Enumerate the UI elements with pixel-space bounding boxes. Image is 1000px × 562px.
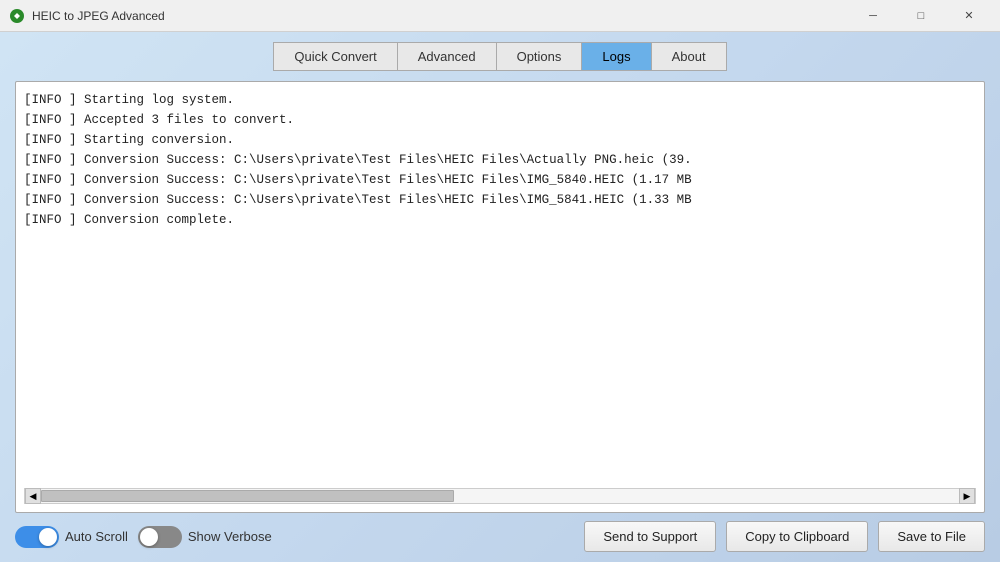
scroll-left-arrow[interactable]: ◀ [25, 488, 41, 504]
tab-bar: Quick Convert Advanced Options Logs Abou… [15, 42, 985, 71]
minimize-button[interactable]: ─ [850, 0, 896, 32]
show-verbose-group: Show Verbose [138, 526, 272, 548]
window-title: HEIC to JPEG Advanced [32, 9, 850, 23]
show-verbose-toggle[interactable] [138, 526, 182, 548]
log-line-3: [INFO ] Starting conversion. [24, 130, 976, 150]
log-line-2: [INFO ] Accepted 3 files to convert. [24, 110, 976, 130]
window-controls: ─ □ ✕ [850, 0, 992, 32]
tab-options[interactable]: Options [497, 43, 583, 70]
log-line-5: [INFO ] Conversion Success: C:\Users\pri… [24, 170, 976, 190]
show-verbose-label: Show Verbose [188, 529, 272, 544]
scrollbar-track[interactable] [41, 489, 959, 503]
auto-scroll-group: Auto Scroll [15, 526, 128, 548]
tab-container: Quick Convert Advanced Options Logs Abou… [273, 42, 726, 71]
log-line-7: [INFO ] Conversion complete. [24, 210, 976, 230]
main-content: Quick Convert Advanced Options Logs Abou… [0, 32, 1000, 562]
maximize-button[interactable]: □ [898, 0, 944, 32]
log-line-4: [INFO ] Conversion Success: C:\Users\pri… [24, 150, 976, 170]
tab-advanced[interactable]: Advanced [398, 43, 497, 70]
auto-scroll-toggle[interactable] [15, 526, 59, 548]
titlebar: HEIC to JPEG Advanced ─ □ ✕ [0, 0, 1000, 32]
save-to-file-button[interactable]: Save to File [878, 521, 985, 552]
app-icon [8, 7, 26, 25]
close-button[interactable]: ✕ [946, 0, 992, 32]
log-panel: [INFO ] Starting log system. [INFO ] Acc… [15, 81, 985, 513]
auto-scroll-label: Auto Scroll [65, 529, 128, 544]
scrollbar-thumb[interactable] [41, 490, 454, 502]
scroll-right-arrow[interactable]: ▶ [959, 488, 975, 504]
tab-quick-convert[interactable]: Quick Convert [274, 43, 397, 70]
tab-logs[interactable]: Logs [582, 43, 651, 70]
log-line-6: [INFO ] Conversion Success: C:\Users\pri… [24, 190, 976, 210]
send-to-support-button[interactable]: Send to Support [584, 521, 716, 552]
tab-about[interactable]: About [652, 43, 726, 70]
show-verbose-knob [140, 528, 158, 546]
copy-to-clipboard-button[interactable]: Copy to Clipboard [726, 521, 868, 552]
bottom-controls: Auto Scroll Show Verbose Send to Support… [15, 521, 985, 552]
log-line-1: [INFO ] Starting log system. [24, 90, 976, 110]
log-content: [INFO ] Starting log system. [INFO ] Acc… [24, 90, 976, 484]
auto-scroll-knob [39, 528, 57, 546]
horizontal-scrollbar[interactable]: ◀ ▶ [24, 488, 976, 504]
